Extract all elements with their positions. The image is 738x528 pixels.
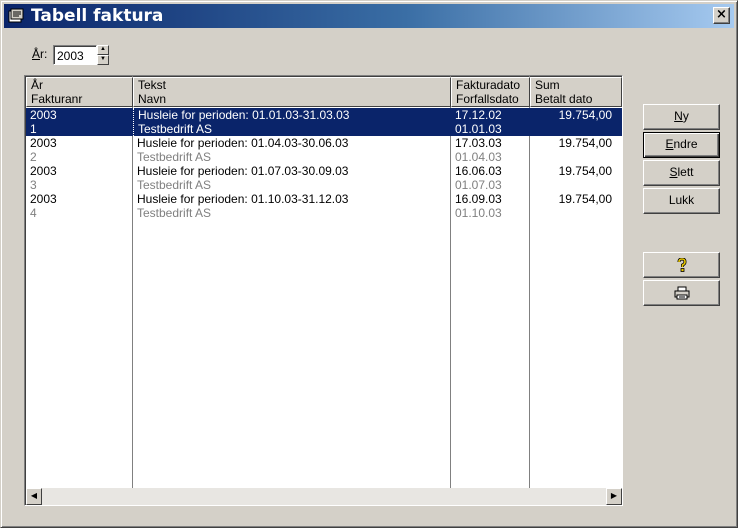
cell-name: Testbedrift AS [137, 178, 212, 192]
invoice-grid[interactable]: År Fakturanr Tekst Navn Fakturadato Forf… [24, 75, 623, 506]
cell-dates: 17.03.03 01.04.03 [451, 136, 530, 164]
column-header-text-line2: Navn [138, 92, 167, 106]
spin-down-icon[interactable]: ▼ [97, 55, 109, 65]
cell-sum: 19.754,00 [558, 192, 612, 206]
cell-dates: 16.06.03 01.07.03 [451, 164, 530, 192]
edit-button[interactable]: Endre [643, 132, 720, 158]
cell-name: Testbedrift AS [137, 206, 212, 220]
delete-button-access-key: S [669, 165, 678, 179]
cell-sum: 19.754,00 [558, 108, 612, 122]
help-button[interactable] [643, 252, 720, 278]
column-header-date[interactable]: Fakturadato Forfallsdato [451, 77, 530, 107]
cell-year-invoice: 2003 1 [26, 108, 133, 136]
column-header-year-line1: År [31, 78, 43, 92]
cell-due-date: 01.04.03 [455, 150, 502, 164]
cell-text-name: Husleie for perioden: 01.10.03-31.12.03 … [133, 192, 451, 220]
cell-year: 2003 [30, 164, 57, 178]
column-header-date-line2: Forfallsdato [456, 92, 519, 106]
cell-dates: 16.09.03 01.10.03 [451, 192, 530, 220]
cell-text-name: Husleie for perioden: 01.07.03-30.09.03 … [133, 164, 451, 192]
cell-year: 2003 [30, 192, 57, 206]
cell-sum: 19.754,00 [558, 136, 612, 150]
scroll-right-icon[interactable]: ▶ [606, 488, 622, 505]
cell-year-invoice: 2003 4 [26, 192, 133, 220]
cell-sum-paid: 19.754,00 [530, 136, 622, 164]
scroll-left-icon[interactable]: ◀ [26, 488, 42, 505]
cell-year-invoice: 2003 2 [26, 136, 133, 164]
cell-sum: 19.754,00 [558, 164, 612, 178]
column-header-sum-line2: Betalt dato [535, 92, 593, 106]
table-row[interactable]: 2003 1 Husleie for perioden: 01.01.03-31… [26, 108, 622, 136]
spin-up-icon[interactable]: ▲ [97, 45, 109, 55]
cell-name: Testbedrift AS [137, 150, 212, 164]
column-header-text[interactable]: Tekst Navn [133, 77, 451, 107]
cell-name: Testbedrift AS [138, 122, 213, 136]
delete-button[interactable]: Slett [643, 160, 720, 186]
title-bar[interactable]: Tabell faktura × [4, 4, 734, 28]
edit-button-label: ndre [673, 137, 698, 151]
delete-button-label: lett [677, 165, 694, 179]
cell-due-date: 01.01.03 [455, 122, 502, 136]
cell-due-date: 01.07.03 [455, 178, 502, 192]
year-label-access-key: Å [32, 47, 41, 61]
printer-icon [674, 286, 689, 300]
cell-text: Husleie for perioden: 01.04.03-30.06.03 [137, 136, 349, 150]
cell-year-invoice: 2003 3 [26, 164, 133, 192]
column-header-text-line1: Tekst [138, 78, 167, 92]
cell-text: Husleie for perioden: 01.01.03-31.03.03 [138, 108, 350, 122]
column-header-sum-line1: Sum [535, 78, 560, 92]
app-icon [8, 8, 24, 23]
new-button-access-key: N [674, 109, 683, 123]
cell-text-name: Husleie for perioden: 01.04.03-30.06.03 … [133, 136, 451, 164]
cell-invoice-no: 1 [30, 122, 37, 136]
cell-sum-paid: 19.754,00 [530, 108, 622, 136]
column-header-year[interactable]: År Fakturanr [26, 77, 133, 107]
cell-text-name: Husleie for perioden: 01.01.03-31.03.03 … [133, 108, 451, 136]
year-input[interactable]: 2003 [53, 45, 97, 65]
table-row[interactable]: 2003 3 Husleie for perioden: 01.07.03-30… [26, 164, 622, 192]
column-header-sum[interactable]: Sum Betalt dato [530, 77, 622, 107]
cell-invoice-no: 3 [30, 178, 37, 192]
cell-due-date: 01.10.03 [455, 206, 502, 220]
close-button-label: Lukk [668, 193, 695, 207]
cell-invoice-no: 2 [30, 150, 37, 164]
close-button[interactable]: Lukk [643, 188, 720, 214]
year-label-text: r: [40, 47, 48, 61]
table-row[interactable]: 2003 4 Husleie for perioden: 01.10.03-31… [26, 192, 622, 220]
column-header-year-line2: Fakturanr [31, 92, 83, 106]
cell-year: 2003 [30, 136, 57, 150]
cell-year: 2003 [30, 108, 57, 122]
horizontal-scrollbar[interactable]: ◀ ▶ [26, 488, 622, 505]
cell-text: Husleie for perioden: 01.07.03-30.09.03 [137, 164, 349, 178]
column-header-date-line1: Fakturadato [456, 78, 521, 92]
new-button[interactable]: Ny [643, 104, 720, 130]
print-button[interactable] [643, 280, 720, 306]
question-mark-icon [677, 257, 687, 272]
cell-invoice-no: 4 [30, 206, 37, 220]
cell-invoice-date: 17.12.02 [455, 108, 502, 122]
year-label: År: [32, 47, 47, 61]
cell-sum-paid: 19.754,00 [530, 192, 622, 220]
invoice-table-window: Tabell faktura × År: 2003 ▲ ▼ År Faktura… [0, 0, 738, 528]
new-button-label: y [682, 109, 689, 123]
cell-sum-paid: 19.754,00 [530, 164, 622, 192]
cell-dates: 17.12.02 01.01.03 [451, 108, 530, 136]
window-title: Tabell faktura [31, 6, 164, 26]
year-spinner[interactable]: ▲ ▼ [97, 45, 109, 65]
table-row[interactable]: 2003 2 Husleie for perioden: 01.04.03-30… [26, 136, 622, 164]
cell-invoice-date: 17.03.03 [455, 136, 502, 150]
close-icon[interactable]: × [713, 7, 730, 24]
cell-text: Husleie for perioden: 01.10.03-31.12.03 [137, 192, 349, 206]
cell-invoice-date: 16.06.03 [455, 164, 502, 178]
cell-invoice-date: 16.09.03 [455, 192, 502, 206]
